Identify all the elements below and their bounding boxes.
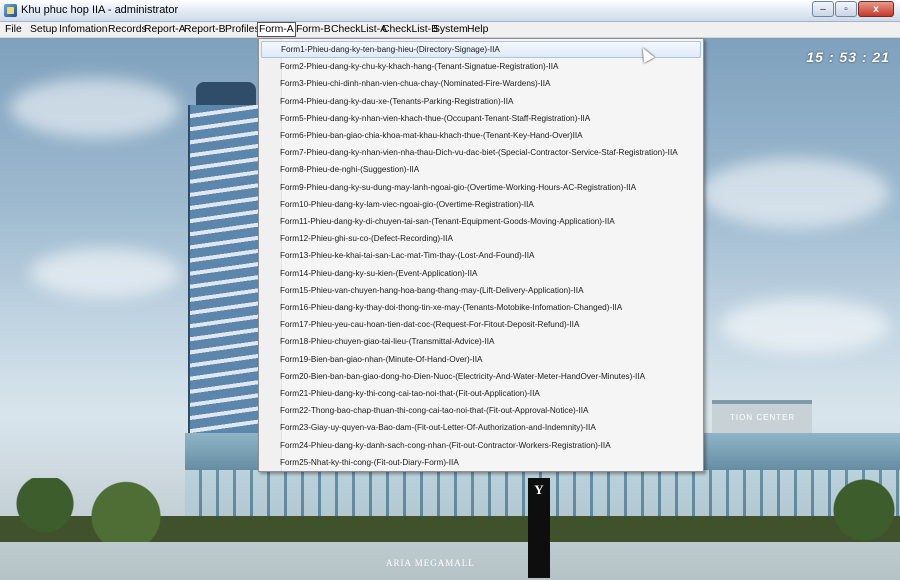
menu-checklist-a[interactable]: CheckList-A: [330, 22, 388, 37]
menu-item-form5[interactable]: Form5-Phieu-dang-ky-nhan-vien-khach-thue…: [261, 110, 701, 127]
menu-profiles[interactable]: Profiles: [224, 22, 261, 37]
close-button[interactable]: x: [858, 1, 894, 17]
cloud: [10, 78, 180, 138]
menu-setup[interactable]: Setup: [29, 22, 58, 37]
menu-item-form11[interactable]: Form11-Phieu-dang-ky-di-chuyen-tai-san-(…: [261, 213, 701, 230]
menu-item-form9[interactable]: Form9-Phieu-dang-ky-su-dung-may-lanh-ngo…: [261, 179, 701, 196]
building-sign: TION CENTER: [730, 413, 796, 422]
minimize-button[interactable]: –: [812, 1, 834, 17]
clock: 15 : 53 : 21: [806, 49, 890, 65]
menu-item-form7[interactable]: Form7-Phieu-dang-ky-nhan-vien-nha-thau-D…: [261, 144, 701, 161]
mall-name: ARIA MEGAMALL: [386, 558, 475, 568]
app-icon: [4, 4, 17, 17]
menu-item-form24[interactable]: Form24-Phieu-dang-ky-danh-sach-cong-nhan…: [261, 437, 701, 454]
menu-item-form4[interactable]: Form4-Phieu-dang-ky-dau-xe-(Tenants-Park…: [261, 93, 701, 110]
brand-logo-icon: Y: [534, 482, 544, 497]
menu-item-form21[interactable]: Form21-Phieu-dang-ky-thi-cong-cai-tao-no…: [261, 385, 701, 402]
cloud: [700, 158, 890, 228]
menu-item-form18[interactable]: Form18-Phieu-chuyen-giao-tai-lieu-(Trans…: [261, 333, 701, 350]
menu-item-form23[interactable]: Form23-Giay-uy-quyen-va-Bao-dam-(Fit-out…: [261, 419, 701, 436]
menu-item-form15[interactable]: Form15-Phieu-van-chuyen-hang-hoa-bang-th…: [261, 282, 701, 299]
menu-item-form17[interactable]: Form17-Phieu-yeu-cau-hoan-tien-dat-coc-(…: [261, 316, 701, 333]
menu-item-form22[interactable]: Form22-Thong-bao-chap-thuan-thi-cong-cai…: [261, 402, 701, 419]
window-controls: – ▫ x: [812, 1, 894, 18]
title-bar: Khu phuc hop IIA - administrator – ▫ x: [0, 0, 900, 22]
menu-records[interactable]: Records: [107, 22, 148, 37]
menu-item-form10[interactable]: Form10-Phieu-dang-ky-lam-viec-ngoai-gio-…: [261, 196, 701, 213]
menu-form-b[interactable]: Form-B: [295, 22, 332, 37]
menu-system[interactable]: System: [432, 22, 469, 37]
window-title: Khu phuc hop IIA - administrator: [21, 4, 179, 16]
menu-item-form25[interactable]: Form25-Nhat-ky-thi-cong-(Fit-out-Diary-F…: [261, 454, 701, 471]
menu-item-form20[interactable]: Form20-Bien-ban-ban-giao-dong-ho-Dien-Nu…: [261, 368, 701, 385]
menu-checklist-b[interactable]: CheckList-B: [381, 22, 439, 37]
menu-report-a[interactable]: Report-A: [143, 22, 187, 37]
maximize-button[interactable]: ▫: [835, 1, 857, 17]
menu-item-form6[interactable]: Form6-Phieu-ban-giao-chia-khoa-mat-khau-…: [261, 127, 701, 144]
menu-item-form13[interactable]: Form13-Phieu-ke-khai-tai-san-Lac-mat-Tim…: [261, 247, 701, 264]
menu-bar: File Setup Infomation Records Report-A R…: [0, 22, 900, 38]
menu-help[interactable]: Help: [466, 22, 489, 37]
menu-item-form3[interactable]: Form3-Phieu-chi-dinh-nhan-vien-chua-chay…: [261, 75, 701, 92]
menu-item-form14[interactable]: Form14-Phieu-dang-ky-su-kien-(Event-Appl…: [261, 265, 701, 282]
menu-item-form2[interactable]: Form2-Phieu-dang-ky-chu-ky-khach-hang-(T…: [261, 58, 701, 75]
form-a-dropdown-menu: Form1-Phieu-dang-ky-ten-bang-hieu-(Direc…: [258, 38, 704, 472]
menu-form-a[interactable]: Form-A: [257, 22, 296, 37]
menu-item-form8[interactable]: Form8-Phieu-de-nghi-(Suggestion)-IIA: [261, 161, 701, 178]
menu-file[interactable]: File: [4, 22, 23, 37]
menu-item-form1[interactable]: Form1-Phieu-dang-ky-ten-bang-hieu-(Direc…: [261, 41, 701, 58]
menu-report-b[interactable]: Report-B: [183, 22, 227, 37]
cloud: [720, 298, 890, 353]
trees: [0, 478, 900, 542]
menu-item-form12[interactable]: Form12-Phieu-ghi-su-co-(Defect-Recording…: [261, 230, 701, 247]
menu-item-form19[interactable]: Form19-Bien-ban-giao-nhan-(Minute-Of-Han…: [261, 351, 701, 368]
menu-infomation[interactable]: Infomation: [58, 22, 109, 37]
cloud: [30, 248, 180, 298]
menu-item-form16[interactable]: Form16-Phieu-dang-ky-thay-doi-thong-tin-…: [261, 299, 701, 316]
